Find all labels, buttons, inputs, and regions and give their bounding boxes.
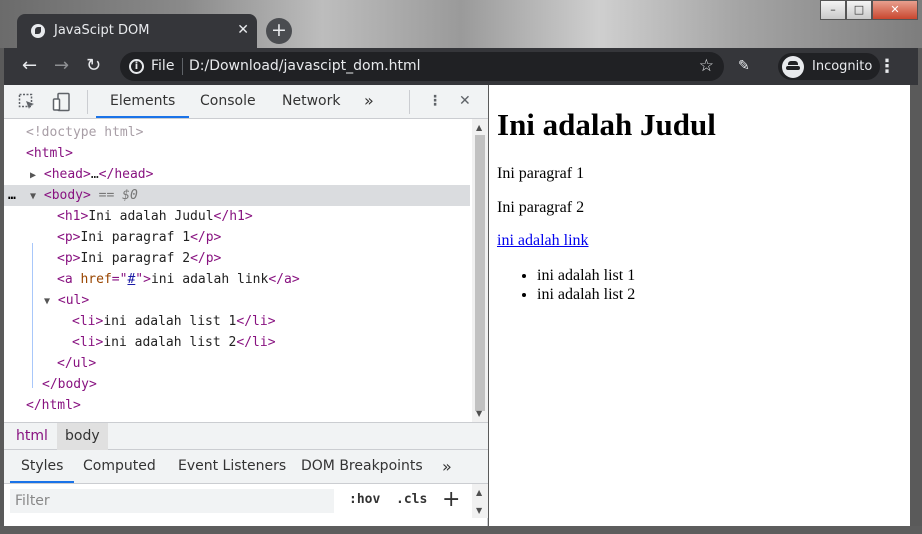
tab-console[interactable]: Console	[200, 85, 256, 118]
scroll-down-arrow-icon[interactable]: ▼	[476, 506, 482, 515]
tab-computed[interactable]: Computed	[83, 450, 156, 483]
close-devtools-icon[interactable]: ✕	[459, 85, 471, 118]
tab-event-listeners[interactable]: Event Listeners	[178, 450, 286, 483]
incognito-label: Incognito	[812, 59, 873, 74]
dom-node-p1[interactable]: <p>Ini paragraf 1</p>	[57, 227, 221, 248]
toolbar-divider	[409, 90, 410, 114]
back-arrow-icon[interactable]: ←	[22, 56, 37, 76]
browser-toolbar: ← → ↻ i File D:/Download/javascipt_dom.h…	[4, 48, 918, 85]
incognito-badge[interactable]: Incognito	[778, 53, 881, 80]
devtools-tab-bar: Elements Console Network » ⋮ ✕	[4, 85, 488, 119]
extension-icon[interactable]: ✎	[738, 58, 756, 76]
dom-node-ul-close[interactable]: </ul>	[57, 353, 96, 374]
tab-title: JavaScipt DOM	[54, 23, 150, 38]
tab-elements[interactable]: Elements	[96, 85, 190, 118]
tab-strip: JavaScipt DOM ✕ + – □ ✕	[4, 0, 918, 48]
tab-network[interactable]: Network	[282, 85, 340, 118]
window-controls: – □ ✕	[820, 0, 918, 20]
address-bar[interactable]: i File D:/Download/javascipt_dom.html ☆	[120, 52, 724, 81]
omnibox-divider	[182, 58, 183, 75]
incognito-icon	[782, 55, 804, 78]
more-tabs-icon[interactable]: »	[364, 85, 374, 118]
dom-node-ul[interactable]: ▼ <ul>	[44, 290, 89, 311]
toolbar-divider	[87, 90, 88, 114]
paragraph-1: Ini paragraf 1	[497, 165, 585, 182]
expand-triangle-icon[interactable]: ▶	[30, 170, 36, 181]
more-subtabs-icon[interactable]: »	[442, 450, 452, 483]
dom-node-body-selected[interactable]: … ▼ <body> == $0	[4, 185, 470, 206]
forward-arrow-icon[interactable]: →	[54, 56, 69, 76]
dom-node-html-close[interactable]: </html>	[26, 395, 81, 416]
dom-node-head[interactable]: ▶ <head>…</head>	[30, 164, 153, 185]
window-bottom-border	[0, 526, 922, 534]
device-toolbar-icon[interactable]	[52, 92, 72, 112]
inspect-element-icon[interactable]	[18, 93, 36, 111]
dom-node-a[interactable]: <a href="#">ini adalah link</a>	[57, 269, 300, 290]
dom-node-li1[interactable]: <li>ini adalah list 1</li>	[72, 311, 276, 332]
breadcrumb-html[interactable]: html	[8, 423, 56, 450]
tab-dom-breakpoints[interactable]: DOM Breakpoints	[301, 450, 423, 483]
scroll-up-arrow-icon[interactable]: ▲	[476, 488, 482, 497]
scroll-up-arrow-icon[interactable]: ▲	[476, 123, 482, 132]
info-icon[interactable]: i	[129, 59, 144, 74]
list-item: ini adalah list 1	[537, 266, 635, 285]
page-list: ini adalah list 1 ini adalah list 2	[537, 266, 635, 304]
dom-node-html[interactable]: <html>	[26, 143, 73, 164]
styles-scrollbar[interactable]: ▲ ▼	[472, 484, 488, 518]
node-actions-icon[interactable]: …	[8, 185, 16, 206]
paragraph-2: Ini paragraf 2	[497, 199, 585, 216]
dom-tree-scrollbar[interactable]: ▲ ▼	[472, 119, 488, 422]
class-toggle-button[interactable]: .cls	[396, 492, 427, 507]
dom-node-doctype[interactable]: <!doctype html>	[26, 122, 143, 143]
dom-node-body-close[interactable]: </body>	[42, 374, 97, 395]
dom-node-h1[interactable]: <h1>Ini adalah Judul</h1>	[57, 206, 253, 227]
url-scheme: File	[151, 58, 175, 74]
styles-tab-bar: Styles Computed Event Listeners DOM Brea…	[4, 450, 488, 484]
new-tab-button[interactable]: +	[266, 18, 292, 44]
dom-tree: <!doctype html> <html> ▶ <head>…</head> …	[4, 119, 472, 422]
styles-filter-bar: :hov .cls + ▲ ▼	[4, 484, 488, 518]
browser-menu-icon[interactable]: ⋮	[878, 56, 896, 77]
styles-filter-input[interactable]	[10, 489, 334, 513]
reload-icon[interactable]: ↻	[86, 56, 101, 76]
list-item: ini adalah list 2	[537, 285, 635, 304]
close-window-button[interactable]: ✕	[872, 0, 918, 20]
breadcrumb: html body	[4, 422, 488, 450]
page-link[interactable]: ini adalah link	[497, 232, 589, 250]
collapse-triangle-icon[interactable]: ▼	[30, 191, 36, 202]
minimize-button[interactable]: –	[820, 0, 846, 20]
maximize-button[interactable]: □	[846, 0, 872, 20]
bookmark-star-icon[interactable]: ☆	[699, 56, 714, 76]
globe-icon	[31, 24, 45, 38]
collapse-triangle-icon[interactable]: ▼	[44, 296, 50, 307]
page-viewport: Ini adalah Judul Ini paragraf 1 Ini para…	[489, 85, 910, 526]
breadcrumb-body[interactable]: body	[57, 423, 108, 450]
hover-state-button[interactable]: :hov	[349, 492, 380, 507]
dom-node-p2[interactable]: <p>Ini paragraf 2</p>	[57, 248, 221, 269]
url-text[interactable]: D:/Download/javascipt_dom.html	[189, 58, 421, 74]
tab-close-icon[interactable]: ✕	[237, 22, 249, 38]
devtools-menu-icon[interactable]: ⋮	[428, 85, 442, 118]
page-heading: Ini adalah Judul	[497, 107, 716, 142]
devtools-panel: Elements Console Network » ⋮ ✕ <!doctype…	[4, 85, 488, 526]
dom-node-li2[interactable]: <li>ini adalah list 2</li>	[72, 332, 276, 353]
scroll-down-arrow-icon[interactable]: ▼	[476, 409, 482, 418]
browser-tab[interactable]: JavaScipt DOM ✕	[17, 14, 257, 48]
indent-guide	[32, 243, 33, 388]
tab-styles[interactable]: Styles	[10, 450, 75, 483]
add-style-rule-button[interactable]: +	[442, 487, 460, 512]
scroll-thumb[interactable]	[475, 135, 485, 411]
